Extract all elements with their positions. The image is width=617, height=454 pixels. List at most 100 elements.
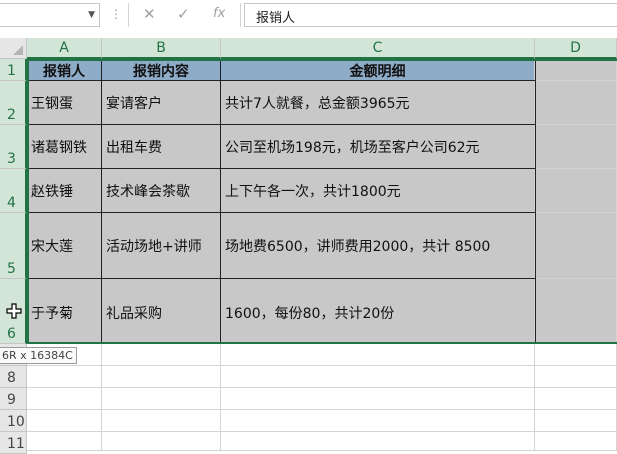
- row-header-1[interactable]: 1: [0, 59, 27, 81]
- row-number: 4: [7, 195, 16, 211]
- cell-c7[interactable]: [221, 344, 535, 366]
- row-header-9[interactable]: 9: [0, 388, 27, 410]
- cell-b11[interactable]: [102, 432, 221, 451]
- formula-text: 报销人: [256, 11, 296, 26]
- more-options-icon[interactable]: ⋮: [110, 7, 122, 21]
- cell-d1[interactable]: [535, 59, 617, 81]
- divider: [128, 3, 129, 27]
- formula-input[interactable]: 报销人: [244, 3, 617, 27]
- table-gridline: [27, 212, 536, 213]
- cell-text: 上下午各一次，共计1800元: [225, 184, 401, 200]
- table-gridline: [27, 278, 536, 279]
- cell-d3[interactable]: [535, 125, 617, 169]
- cell-a2[interactable]: 王钢蛋: [27, 81, 102, 125]
- cell-a9[interactable]: [27, 388, 102, 410]
- cell-c8[interactable]: [221, 366, 535, 388]
- column-header-c[interactable]: C: [221, 38, 535, 59]
- chevron-down-icon[interactable]: ▼: [88, 10, 95, 20]
- cell-text: 报销人: [43, 64, 85, 80]
- cell-a1[interactable]: 报销人: [27, 59, 102, 81]
- row-header-4[interactable]: 4: [0, 169, 27, 213]
- cell-c10[interactable]: [221, 410, 535, 432]
- row-header-3[interactable]: 3: [0, 125, 27, 169]
- cell-c3[interactable]: 公司至机场198元，机场至客户公司62元: [221, 125, 535, 169]
- cell-text: 赵铁锤: [31, 184, 73, 200]
- cell-text: 公司至机场198元，机场至客户公司62元: [225, 140, 480, 156]
- cell-b1[interactable]: 报销内容: [102, 59, 221, 81]
- cell-d5[interactable]: [535, 213, 617, 279]
- enter-icon[interactable]: ✓: [177, 5, 190, 23]
- cell-text: 出租车费: [106, 140, 162, 156]
- cell-b6[interactable]: 礼品采购: [102, 279, 221, 344]
- row-number: 5: [7, 261, 16, 277]
- cell-a11[interactable]: [27, 432, 102, 451]
- cell-b7[interactable]: [102, 344, 221, 366]
- select-all-triangle-icon: [13, 45, 23, 55]
- row-header-5[interactable]: 5: [0, 213, 27, 279]
- table-gridline: [27, 80, 536, 81]
- cell-b10[interactable]: [102, 410, 221, 432]
- row-number: 9: [7, 392, 16, 408]
- column-header-d[interactable]: D: [535, 38, 617, 59]
- cell-b2[interactable]: 宴请客户: [102, 81, 221, 125]
- row-header-2[interactable]: 2: [0, 81, 27, 125]
- cell-text: 报销内容: [133, 64, 189, 80]
- cell-text: 礼品采购: [106, 306, 162, 322]
- cell-a10[interactable]: [27, 410, 102, 432]
- row-number: 1: [7, 63, 16, 79]
- cell-d7[interactable]: [535, 344, 617, 366]
- row-number: 11: [7, 436, 25, 452]
- insert-function-icon[interactable]: fx: [213, 6, 225, 21]
- row-number: 6: [7, 326, 16, 342]
- cell-text: 王钢蛋: [31, 96, 73, 112]
- cell-a4[interactable]: 赵铁锤: [27, 169, 102, 213]
- cell-c1[interactable]: 金额明细: [221, 59, 535, 81]
- cell-c2[interactable]: 共计7人就餐，总金额3965元: [221, 81, 535, 125]
- cell-a6[interactable]: 于予菊: [27, 279, 102, 344]
- row-number: 8: [7, 370, 16, 386]
- cell-text: 场地费6500，讲师费用2000，共计 8500: [225, 239, 491, 255]
- row-header-8[interactable]: 8: [0, 366, 27, 388]
- cell-a3[interactable]: 诸葛钢铁: [27, 125, 102, 169]
- cell-text: 宋大莲: [31, 239, 73, 255]
- cell-d4[interactable]: [535, 169, 617, 213]
- cell-text: 诸葛钢铁: [31, 140, 87, 156]
- name-box[interactable]: ▼: [0, 3, 100, 27]
- cell-b5[interactable]: 活动场地+讲师: [102, 213, 221, 279]
- cell-b4[interactable]: 技术峰会茶歇: [102, 169, 221, 213]
- cell-a8[interactable]: [27, 366, 102, 388]
- cell-d2[interactable]: [535, 81, 617, 125]
- cell-b8[interactable]: [102, 366, 221, 388]
- cancel-icon[interactable]: ✕: [143, 5, 156, 23]
- cell-text: 金额明细: [349, 64, 406, 80]
- divider: [240, 3, 241, 27]
- table-gridline: [220, 59, 221, 344]
- row-number: 3: [7, 151, 16, 167]
- cell-d10[interactable]: [535, 410, 617, 432]
- cell-b9[interactable]: [102, 388, 221, 410]
- cell-text: 共计7人就餐，总金额3965元: [225, 96, 410, 112]
- cell-d8[interactable]: [535, 366, 617, 388]
- cell-select-cursor-icon: [6, 303, 22, 319]
- cell-text: 于予菊: [31, 306, 73, 322]
- row-header-10[interactable]: 10: [0, 410, 27, 432]
- cell-d9[interactable]: [535, 388, 617, 410]
- select-all-button[interactable]: [0, 38, 27, 59]
- formula-bar: ▼ ⋮ ✕ ✓ fx 报销人: [0, 0, 617, 30]
- cell-d6[interactable]: [535, 279, 617, 344]
- cell-b3[interactable]: 出租车费: [102, 125, 221, 169]
- cell-text: 1600，每份80，共计20份: [225, 306, 395, 322]
- row-number: 10: [7, 414, 25, 430]
- cell-c11[interactable]: [221, 432, 535, 451]
- column-header-b[interactable]: B: [102, 38, 221, 59]
- cell-c6[interactable]: 1600，每份80，共计20份: [221, 279, 535, 344]
- cell-c4[interactable]: 上下午各一次，共计1800元: [221, 169, 535, 213]
- table-gridline: [27, 168, 536, 169]
- column-header-a[interactable]: A: [27, 38, 102, 59]
- cell-d11[interactable]: [535, 432, 617, 451]
- selection-size-tooltip: 6R x 16384C: [0, 347, 77, 364]
- table-gridline: [27, 124, 536, 125]
- cell-c9[interactable]: [221, 388, 535, 410]
- cell-a5[interactable]: 宋大莲: [27, 213, 102, 279]
- cell-c5[interactable]: 场地费6500，讲师费用2000，共计 8500: [221, 213, 535, 279]
